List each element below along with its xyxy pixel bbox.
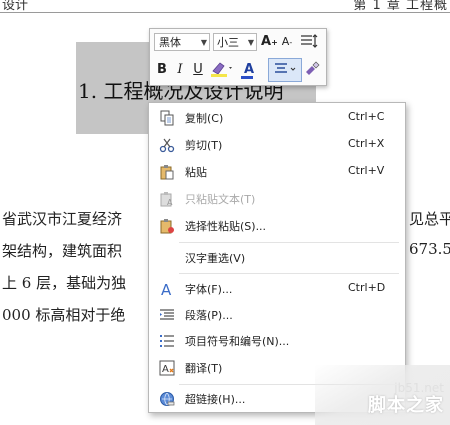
body-line[interactable]: 省武汉市江夏经济 xyxy=(2,208,122,229)
format-painter-button[interactable] xyxy=(303,60,321,78)
header-left-text: 设计 xyxy=(2,0,29,13)
menu-item-label: 只粘贴文本(T) xyxy=(185,193,256,206)
watermark-name: 脚本之家 xyxy=(368,395,444,416)
bold-button[interactable]: B xyxy=(155,61,169,79)
menu-item-paste-special[interactable]: 选择性粘贴(S)... xyxy=(149,213,405,239)
hyperlink-icon xyxy=(160,392,175,406)
highlighter-icon xyxy=(211,62,232,77)
grow-font-button[interactable]: A+ xyxy=(261,33,278,51)
menu-item-label: 复制(C) xyxy=(185,112,224,125)
menu-item-label: 选择性粘贴(S)... xyxy=(185,220,267,233)
menu-item-label: 汉字重选(V) xyxy=(185,252,246,265)
menu-item-label: 翻译(T) xyxy=(185,362,223,375)
highlight-button[interactable] xyxy=(210,60,232,78)
menu-item-label: 超链接(H)... xyxy=(185,393,246,406)
menu-item-paste[interactable]: 粘贴 Ctrl+V xyxy=(149,159,405,185)
body-line[interactable]: 架结构，建筑面积 xyxy=(2,240,122,261)
font-size-value: 小三 xyxy=(217,36,239,49)
italic-button[interactable]: I xyxy=(173,61,187,79)
chevron-down-icon: ▼ xyxy=(200,38,207,47)
body-line[interactable]: 上 6 层，基础为独 xyxy=(2,272,126,293)
font-family-value: 黑体 xyxy=(159,36,181,49)
font-color-swatch xyxy=(241,76,253,79)
paste-icon xyxy=(160,165,174,180)
menu-item-font[interactable]: A 字体(F)... Ctrl+D xyxy=(149,276,405,302)
menu-item-label: 剪切(T) xyxy=(185,139,223,152)
copy-icon xyxy=(160,110,174,126)
paste-text-icon: A xyxy=(160,192,173,207)
font-color-button[interactable]: A xyxy=(238,61,260,79)
paste-special-icon xyxy=(160,219,174,234)
line-spacing-button[interactable] xyxy=(299,33,321,51)
menu-item-shortcut: Ctrl+C xyxy=(348,110,385,123)
body-line[interactable]: 000 标高相对于绝 xyxy=(2,304,125,325)
menu-item-bullets-numbering[interactable]: 项目符号和编号(N)... xyxy=(149,328,405,354)
align-button[interactable] xyxy=(268,58,302,82)
list-icon xyxy=(160,335,174,347)
watermark: jb51.net 脚本之家 xyxy=(315,365,450,425)
menu-item-shortcut: Ctrl+X xyxy=(348,137,385,150)
menu-item-label: 字体(F)... xyxy=(185,283,233,296)
font-color-icon: A xyxy=(243,62,255,77)
line-spacing-icon xyxy=(301,34,318,48)
menu-item-paste-text-only[interactable]: A 只粘贴文本(T) xyxy=(149,186,405,212)
page-header: 设计 第 1 章 工程概 xyxy=(0,0,450,13)
align-center-icon xyxy=(275,63,296,73)
underline-button[interactable]: U xyxy=(191,61,205,79)
chevron-down-icon: ▼ xyxy=(247,38,254,47)
header-right-text: 第 1 章 工程概 xyxy=(353,0,448,13)
menu-item-label: 段落(P)... xyxy=(185,309,233,322)
format-painter-icon xyxy=(306,61,320,75)
mini-format-toolbar: 黑体 ▼ 小三 ▼ A+ A- B I U A xyxy=(149,28,327,86)
svg-text:A: A xyxy=(161,281,172,297)
menu-item-paragraph[interactable]: 段落(P)... xyxy=(149,302,405,328)
menu-item-cut[interactable]: 剪切(T) Ctrl+X xyxy=(149,132,405,158)
svg-text:A: A xyxy=(167,198,173,207)
svg-text:A: A xyxy=(162,364,169,375)
menu-separator xyxy=(179,242,399,243)
body-line-end[interactable]: 见总平 xyxy=(409,208,450,229)
font-family-select[interactable]: 黑体 ▼ xyxy=(154,33,210,51)
font-icon: A xyxy=(161,281,172,297)
menu-item-label: 项目符号和编号(N)... xyxy=(185,335,290,348)
body-line-end[interactable]: 673.5 xyxy=(409,240,450,258)
cut-icon xyxy=(159,138,175,153)
menu-separator xyxy=(179,273,399,274)
paragraph-icon xyxy=(160,309,174,320)
grow-font-icon: A xyxy=(261,34,272,49)
menu-item-shortcut: Ctrl+D xyxy=(348,281,386,294)
menu-item-label: 粘贴 xyxy=(185,166,207,179)
menu-item-shortcut: Ctrl+V xyxy=(348,164,385,177)
menu-item-reconvert[interactable]: 汉字重选(V) xyxy=(149,245,405,271)
menu-item-copy[interactable]: 复制(C) Ctrl+C xyxy=(149,105,405,131)
shrink-font-button[interactable]: A- xyxy=(279,33,295,51)
font-size-select[interactable]: 小三 ▼ xyxy=(213,33,257,51)
translate-icon: A xyxy=(159,360,175,376)
